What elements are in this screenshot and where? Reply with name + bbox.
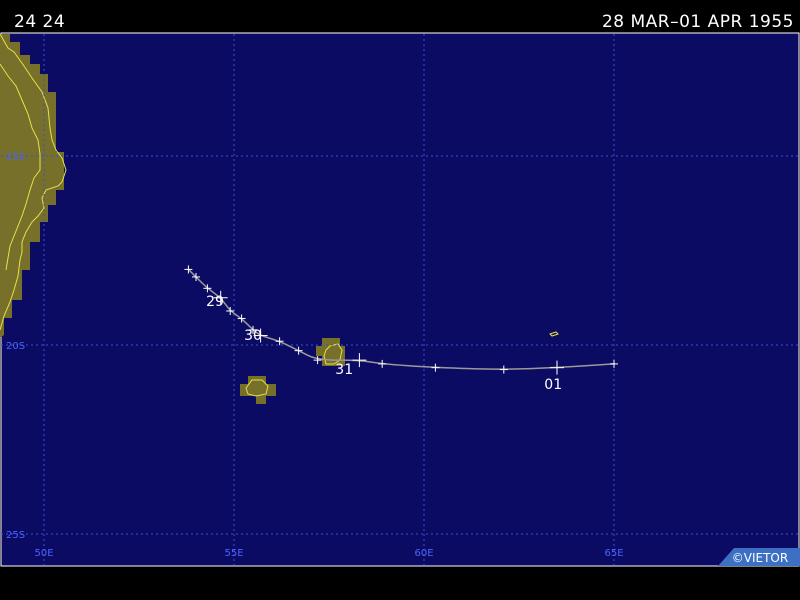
lon-label: 50E <box>34 548 53 559</box>
lon-label: 65E <box>604 548 623 559</box>
day-label-29: 29 <box>206 294 224 310</box>
lat-label: 25S <box>6 530 25 541</box>
storm-track-map: 15S 20S 25S 50E 55E 60E 65E 29 30 31 01 ©VIETOR <box>0 32 800 567</box>
lon-label: 55E <box>224 548 243 559</box>
day-label-30: 30 <box>244 328 262 344</box>
lat-label: 20S <box>6 341 25 352</box>
copyright-text: ©VIETOR <box>732 551 788 565</box>
lat-label: 15S <box>6 152 25 163</box>
ocean <box>0 32 800 567</box>
day-label-31: 31 <box>335 362 353 378</box>
day-label-01: 01 <box>544 377 562 393</box>
lon-label: 60E <box>414 548 433 559</box>
